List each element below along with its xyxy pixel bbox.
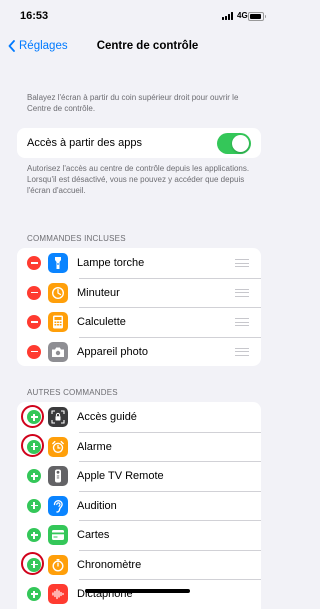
lock-icon bbox=[48, 407, 68, 427]
alarm-icon bbox=[48, 436, 68, 457]
included-item-appareil-photo: Appareil photo bbox=[17, 336, 261, 367]
item-label: Chronomètre bbox=[77, 558, 142, 571]
home-indicator[interactable] bbox=[85, 589, 190, 593]
remove-button[interactable] bbox=[27, 315, 41, 329]
item-label: Calculette bbox=[77, 316, 126, 328]
access-toggle[interactable] bbox=[217, 132, 251, 154]
item-label: Appareil photo bbox=[77, 345, 148, 358]
access-group: Accès à partir des apps bbox=[17, 128, 261, 158]
add-button[interactable] bbox=[27, 528, 41, 542]
more-item-chronometre: Chronomètre bbox=[17, 549, 261, 580]
included-item-lampe-torche: Lampe torche bbox=[17, 248, 261, 278]
more-list: Accès guidé Alarme Apple TV Remote Audit… bbox=[17, 402, 261, 609]
item-label: Accès guidé bbox=[77, 411, 137, 423]
add-button[interactable] bbox=[27, 410, 41, 424]
included-item-minuteur: Minuteur bbox=[17, 277, 261, 308]
remove-button[interactable] bbox=[27, 285, 41, 300]
reorder-handle-icon[interactable] bbox=[235, 259, 249, 267]
stopwatch-icon bbox=[48, 554, 68, 575]
item-label: Audition bbox=[77, 499, 117, 512]
item-label: Alarme bbox=[77, 440, 112, 453]
more-item-alarme: Alarme bbox=[17, 431, 261, 462]
more-item-acces-guide: Accès guidé bbox=[17, 402, 261, 432]
add-button[interactable] bbox=[27, 439, 41, 454]
remove-button[interactable] bbox=[27, 256, 41, 270]
more-item-apple-tv-remote: Apple TV Remote bbox=[17, 461, 261, 491]
add-button[interactable] bbox=[27, 498, 41, 513]
item-label: Minuteur bbox=[77, 286, 120, 299]
access-footnote: Autorisez l'accès au centre de contrôle … bbox=[27, 164, 250, 195]
more-item-audition: Audition bbox=[17, 490, 261, 521]
waveform-icon bbox=[48, 584, 68, 604]
camera-icon bbox=[48, 341, 68, 362]
item-label: Cartes bbox=[77, 529, 110, 541]
navigation-bar: Réglages Centre de contrôle bbox=[0, 30, 277, 64]
calculator-icon bbox=[48, 312, 68, 332]
add-button[interactable] bbox=[27, 557, 41, 572]
flashlight-icon bbox=[48, 253, 68, 273]
more-header: AUTRES COMMANDES bbox=[27, 388, 118, 397]
more-item-dictaphone: Dictaphone bbox=[17, 579, 261, 609]
status-bar: 16:53 4G bbox=[0, 0, 277, 30]
remote-icon bbox=[48, 466, 68, 486]
ear-icon bbox=[48, 495, 68, 516]
item-label: Apple TV Remote bbox=[77, 470, 164, 482]
included-list: Lampe torche Minuteur Calculette Apparei… bbox=[17, 248, 261, 366]
add-button[interactable] bbox=[27, 587, 41, 601]
battery-icon bbox=[248, 12, 266, 21]
reorder-handle-icon[interactable] bbox=[235, 318, 249, 326]
signal-icon bbox=[222, 12, 236, 20]
wallet-icon bbox=[48, 525, 68, 545]
toggle-knob bbox=[232, 134, 249, 152]
page-title: Centre de contrôle bbox=[96, 40, 199, 52]
more-item-cartes: Cartes bbox=[17, 520, 261, 550]
item-label: Lampe torche bbox=[77, 257, 145, 269]
reorder-handle-icon[interactable] bbox=[235, 347, 249, 356]
access-row: Accès à partir des apps bbox=[17, 128, 261, 158]
reorder-handle-icon[interactable] bbox=[235, 288, 249, 297]
timer-icon bbox=[48, 282, 68, 303]
remove-button[interactable] bbox=[27, 344, 41, 359]
status-time: 16:53 bbox=[20, 10, 49, 22]
access-label: Accès à partir des apps bbox=[27, 137, 142, 149]
network-type: 4G bbox=[237, 11, 248, 20]
included-header: COMMANDES INCLUSES bbox=[27, 234, 126, 243]
included-item-calculette: Calculette bbox=[17, 307, 261, 337]
add-button[interactable] bbox=[27, 469, 41, 483]
intro-text: Balayez l'écran à partir du coin supérie… bbox=[27, 93, 239, 113]
